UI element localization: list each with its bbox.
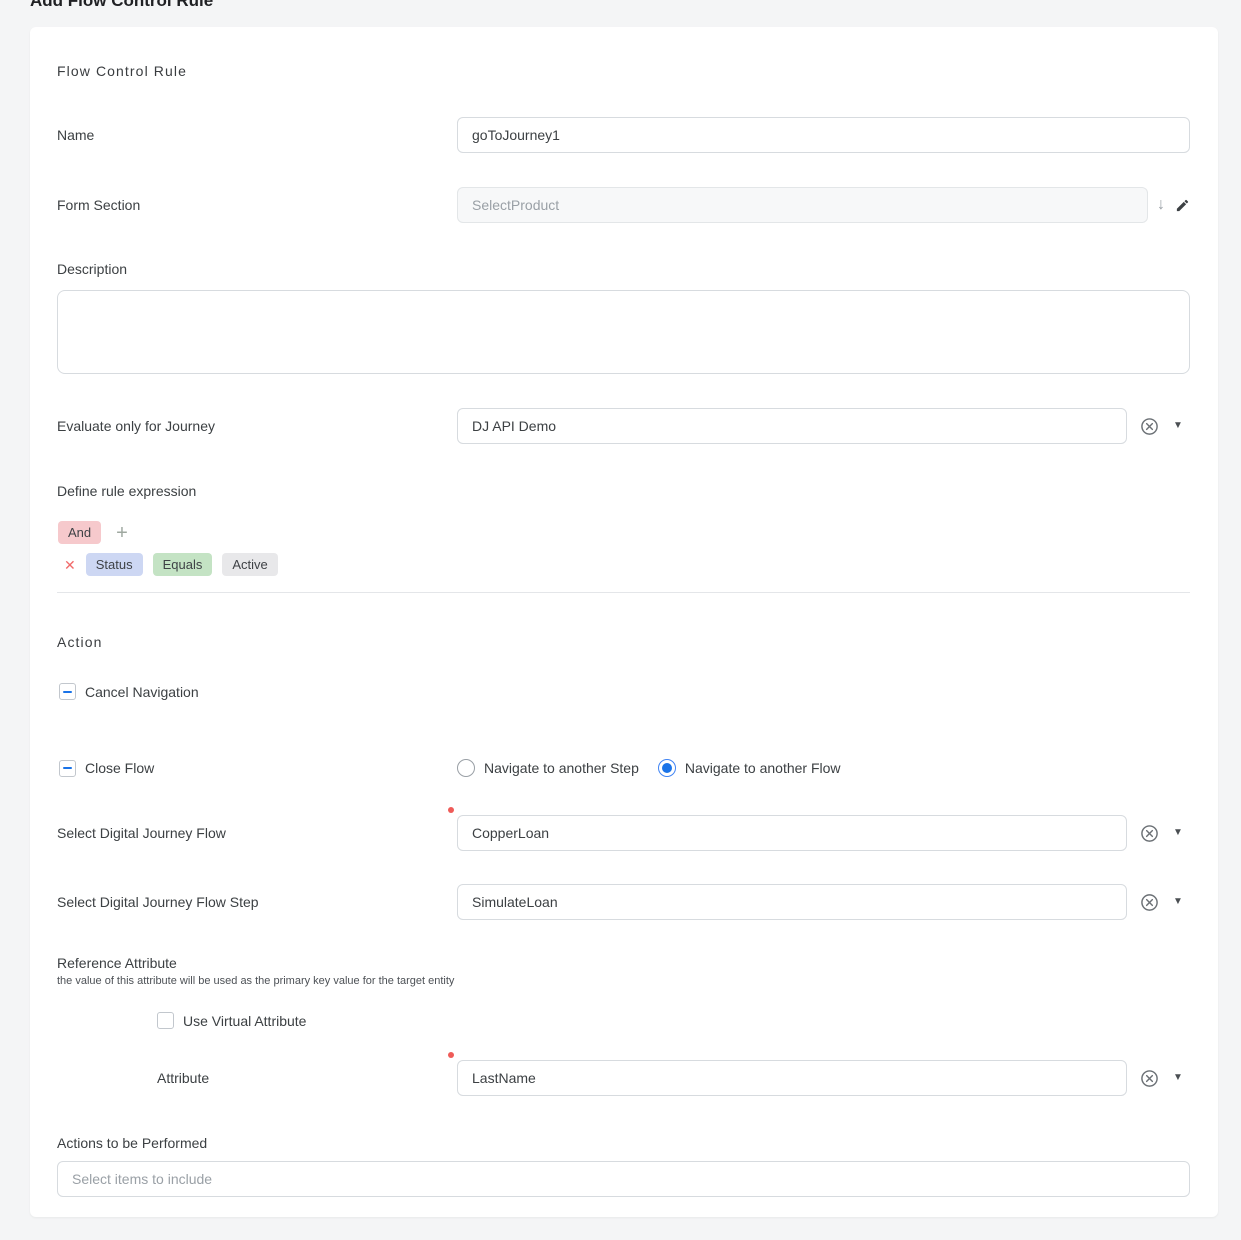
condition-operator-chip[interactable]: Equals [153,553,213,576]
actions-to-perform-input[interactable] [57,1161,1190,1197]
dj-flow-row: Select Digital Journey Flow ▼ [57,815,1190,851]
form-section-label: Form Section [57,197,457,213]
radio-navigate-step-label: Navigate to another Step [484,760,639,776]
clear-icon[interactable] [1140,824,1159,843]
reference-attribute-block: Reference Attribute the value of this at… [57,955,1190,987]
condition-value-chip[interactable]: Active [222,553,277,576]
dj-flow-step-row: Select Digital Journey Flow Step ▼ [57,884,1190,920]
close-flow-row: Close Flow Navigate to another Step Navi… [57,759,1190,777]
cancel-navigation-checkbox[interactable] [59,683,76,700]
dj-flow-input[interactable] [457,815,1127,851]
close-flow-label: Close Flow [85,760,154,776]
attribute-label: Attribute [57,1070,457,1086]
journey-row: Evaluate only for Journey ▼ [57,408,1190,444]
use-virtual-attribute-checkbox[interactable] [157,1012,174,1029]
remove-condition-icon[interactable]: ✕ [64,558,76,572]
radio-navigate-flow[interactable]: Navigate to another Flow [658,759,841,777]
dj-flow-step-input[interactable] [457,884,1127,920]
description-block: Description [57,261,1190,374]
dj-flow-field-control: ▼ [457,815,1190,851]
attribute-field-control: ▼ [457,1060,1190,1096]
dropdown-caret-icon[interactable]: ▼ [1173,421,1183,431]
condition-field-chip[interactable]: Status [86,553,143,576]
group-operator-chip[interactable]: And [58,521,101,544]
dropdown-caret-icon[interactable]: ▼ [1173,897,1183,907]
close-flow-checkbox[interactable] [59,760,76,777]
radio-circle-unselected[interactable] [457,759,475,777]
section-divider [57,592,1190,593]
card-section-title: Flow Control Rule [57,63,1190,79]
attribute-input[interactable] [457,1060,1127,1096]
rule-group-row: And + [58,521,1190,544]
form-section-input [457,187,1148,223]
clear-icon[interactable] [1140,1069,1159,1088]
name-row: Name [57,117,1190,153]
reference-attribute-label: Reference Attribute [57,955,177,971]
clear-icon[interactable] [1140,417,1159,436]
use-virtual-attribute-row: Use Virtual Attribute [157,1012,1190,1029]
dj-flow-label: Select Digital Journey Flow [57,825,457,841]
dj-flow-step-label: Select Digital Journey Flow Step [57,894,457,910]
name-input[interactable] [457,117,1190,153]
actions-to-perform-label: Actions to be Performed [57,1135,1190,1151]
rule-expression-label: Define rule expression [57,483,1190,499]
add-condition-icon[interactable]: + [116,523,128,543]
edit-pencil-icon[interactable] [1175,198,1190,213]
radio-circle-selected[interactable] [658,759,676,777]
download-arrow-icon[interactable]: ↓ [1157,197,1165,213]
description-label: Description [57,261,1190,277]
action-section-title: Action [57,634,1190,650]
use-virtual-attribute-label: Use Virtual Attribute [183,1013,306,1029]
radio-navigate-step[interactable]: Navigate to another Step [457,759,639,777]
page-title: Add Flow Control Rule [30,0,1241,11]
description-textarea[interactable] [57,290,1190,374]
radio-navigate-flow-label: Navigate to another Flow [685,760,841,776]
actions-to-perform-block: Actions to be Performed [57,1135,1190,1197]
journey-field-control: ▼ [457,408,1190,444]
cancel-navigation-row: Cancel Navigation [59,683,1190,700]
dj-flow-step-field-control: ▼ [457,884,1190,920]
dropdown-caret-icon[interactable]: ▼ [1173,1073,1183,1083]
cancel-navigation-label: Cancel Navigation [85,684,199,700]
required-indicator [448,1052,454,1058]
journey-input[interactable] [457,408,1127,444]
navigate-radio-group: Navigate to another Step Navigate to ano… [457,759,841,777]
clear-icon[interactable] [1140,893,1159,912]
close-flow-label-cell: Close Flow [57,760,457,777]
close-flow-check-row: Close Flow [59,760,457,777]
reference-attribute-hint: the value of this attribute will be used… [57,975,1190,987]
name-field-control [457,117,1190,153]
form-section-field-control: ↓ [457,187,1190,223]
required-indicator [448,807,454,813]
dropdown-caret-icon[interactable]: ▼ [1173,828,1183,838]
name-label: Name [57,127,457,143]
indeterminate-dash [63,691,72,693]
journey-label: Evaluate only for Journey [57,418,457,434]
flow-control-rule-card: Flow Control Rule Name Form Section ↓ De… [30,27,1218,1217]
indeterminate-dash [63,767,72,769]
attribute-row: Attribute ▼ [57,1060,1190,1096]
condition-row: ✕ Status Equals Active [64,553,1190,576]
form-section-row: Form Section ↓ [57,187,1190,223]
